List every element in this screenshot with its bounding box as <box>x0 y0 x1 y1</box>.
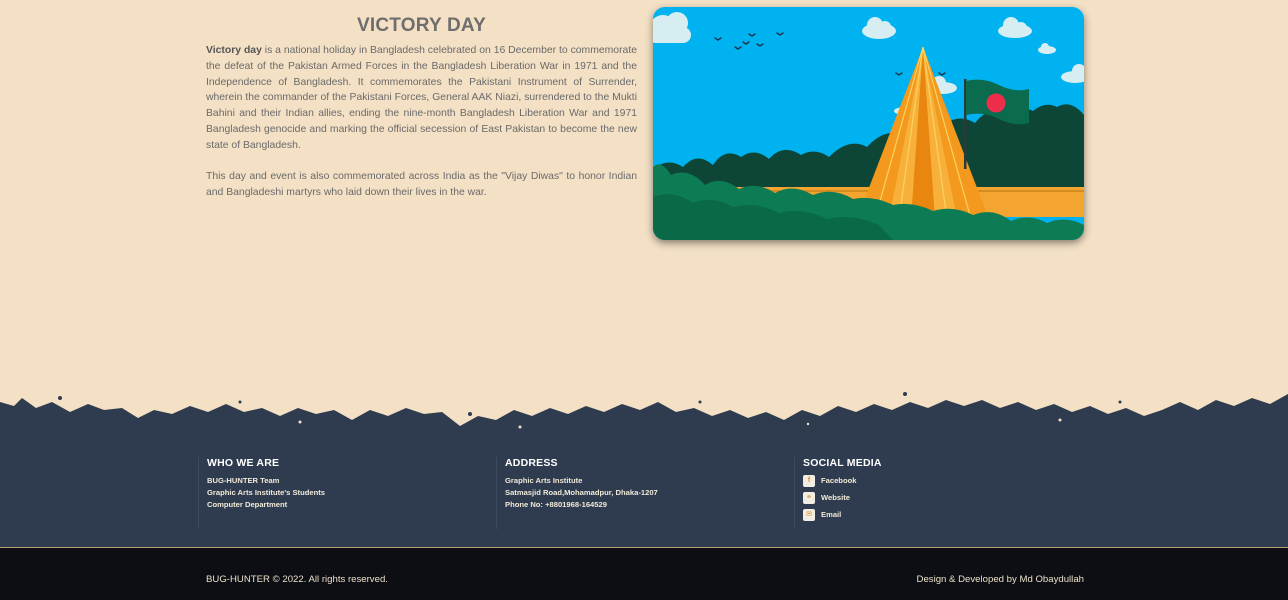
globe-icon: ⚭ <box>803 491 815 504</box>
vijay-diwas-paragraph: This day and event is also commemorated … <box>206 171 637 198</box>
who-line: Graphic Arts Institute's Students <box>207 488 325 497</box>
intro-paragraph: Victory day is a national holiday in Ban… <box>206 43 637 153</box>
website-link[interactable]: ⚭ Website <box>803 489 882 506</box>
address-heading: ADDRESS <box>505 457 558 469</box>
page-title: VICTORY DAY <box>357 15 486 36</box>
social-media-column: SOCIAL MEDIA f Facebook ⚭ Website ✉ Emai… <box>794 457 882 529</box>
who-we-are-column: WHO WE ARE BUG-HUNTER Team Graphic Arts … <box>198 457 325 529</box>
address-line: Graphic Arts Institute <box>505 476 583 485</box>
email-link[interactable]: ✉ Email <box>803 506 882 523</box>
footer: WHO WE ARE BUG-HUNTER Team Graphic Arts … <box>0 443 1288 547</box>
address-column: ADDRESS Graphic Arts Institute Satmasjid… <box>496 457 658 529</box>
torn-paper-edge <box>0 392 1288 444</box>
who-line: Computer Department <box>207 500 288 509</box>
social-media-heading: SOCIAL MEDIA <box>803 457 882 469</box>
who-line: BUG-HUNTER Team <box>207 476 280 485</box>
facebook-label: Facebook <box>821 476 857 485</box>
victory-day-article: VICTORY DAY Victory day is a national ho… <box>206 14 637 201</box>
intro-body: is a national holiday in Bangladesh cele… <box>206 45 637 151</box>
facebook-icon: f <box>803 474 815 487</box>
phone-line: Phone No: +8801968-164529 <box>505 500 607 509</box>
facebook-link[interactable]: f Facebook <box>803 472 882 489</box>
envelope-icon: ✉ <box>803 508 815 521</box>
email-label: Email <box>821 510 842 519</box>
website-label: Website <box>821 493 850 502</box>
who-we-are-heading: WHO WE ARE <box>207 457 280 469</box>
copyright-text: BUG-HUNTER © 2022. All rights reserved. <box>206 574 388 585</box>
developer-credit: Design & Developed by Md Obaydullah <box>916 574 1084 585</box>
intro-lead: Victory day <box>206 45 262 56</box>
victory-day-illustration <box>653 7 1084 240</box>
address-line: Satmasjid Road,Mohamadpur, Dhaka-1207 <box>505 488 658 497</box>
bottom-bar: BUG-HUNTER © 2022. All rights reserved. … <box>0 547 1288 600</box>
